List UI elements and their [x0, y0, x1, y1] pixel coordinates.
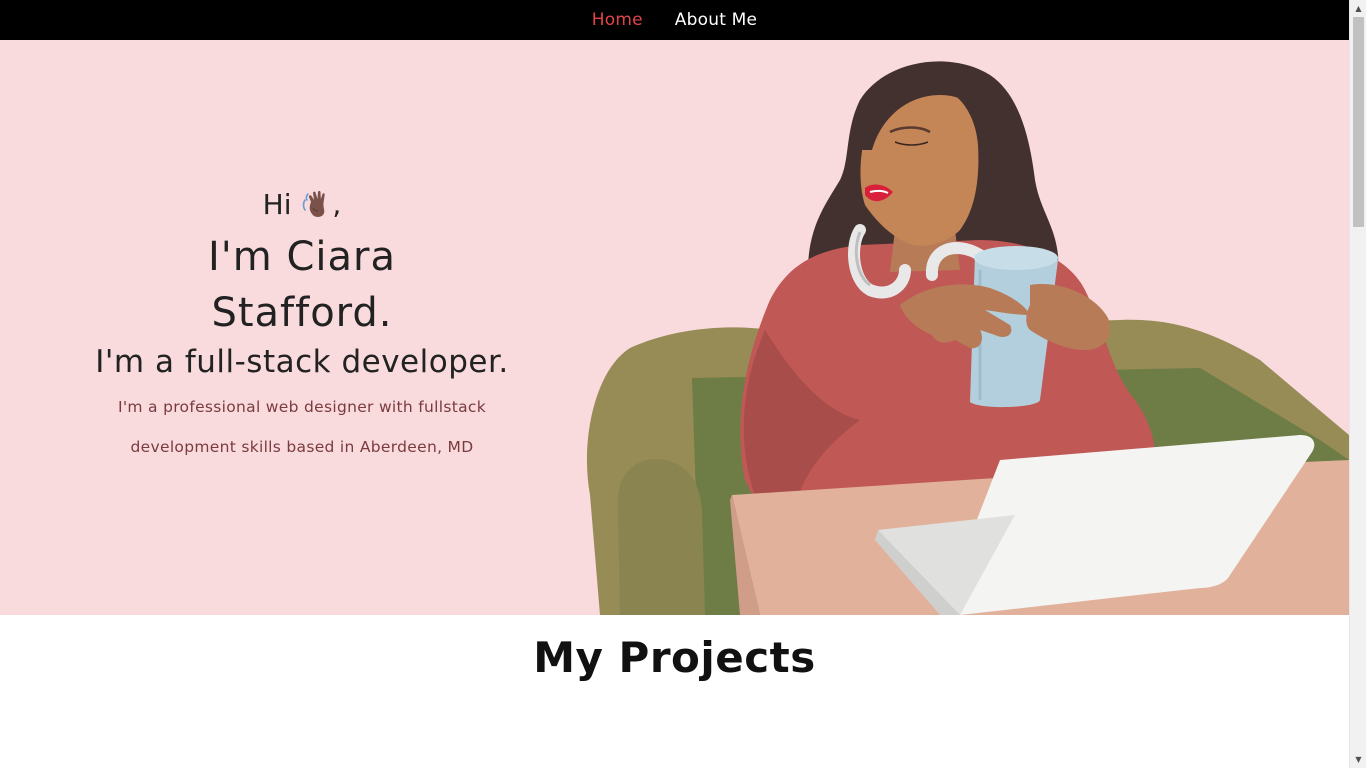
greeting: Hi ,	[70, 185, 534, 229]
hero-section: Hi , I'm Ciara Stafford. I'm a full-stac…	[0, 40, 1349, 615]
scroll-down-arrow-icon[interactable]: ▼	[1350, 751, 1366, 768]
hero-intro: Hi , I'm Ciara Stafford. I'm a full-stac…	[70, 185, 534, 467]
developer-illustration	[560, 40, 1349, 615]
role-heading: I'm a full-stack developer.	[95, 344, 509, 380]
vertical-scrollbar[interactable]: ▲ ▼	[1349, 0, 1366, 768]
nav-home-link[interactable]: Home	[592, 10, 643, 30]
waving-hand-icon	[300, 188, 332, 229]
name-line-2: Stafford.	[211, 290, 393, 336]
page: Home About Me Hi , I'm Ciara Stafford. I…	[0, 0, 1349, 768]
scrollbar-thumb[interactable]	[1353, 17, 1364, 227]
greeting-text: Hi	[262, 188, 292, 221]
name-line-1: I'm Ciara	[208, 234, 396, 280]
projects-heading: My Projects	[533, 633, 816, 682]
greeting-comma: ,	[332, 188, 342, 221]
scroll-up-arrow-icon[interactable]: ▲	[1350, 0, 1366, 17]
top-navbar: Home About Me	[0, 0, 1349, 40]
hero-description: I'm a professional web designer with ful…	[117, 398, 486, 456]
nav-about-me-link[interactable]: About Me	[675, 10, 757, 30]
